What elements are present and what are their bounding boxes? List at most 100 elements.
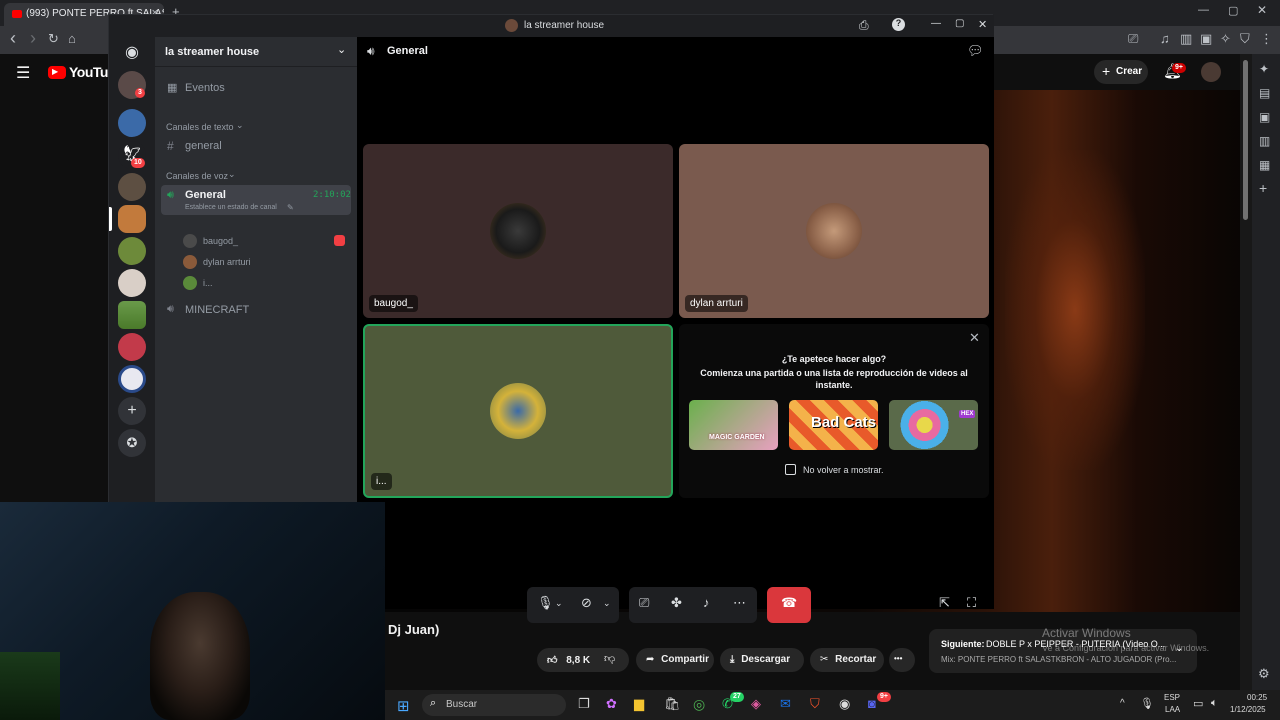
- network-icon[interactable]: ▭: [1193, 697, 1203, 710]
- server-icon-9[interactable]: [118, 365, 146, 393]
- add-panel-icon[interactable]: +: [1259, 180, 1267, 196]
- participant-tile[interactable]: dylan arrturi: [679, 144, 989, 318]
- activities-icon[interactable]: ✤: [671, 595, 682, 611]
- participant-tile-speaking[interactable]: i...: [363, 324, 673, 498]
- mic-options-chevron-icon[interactable]: ⌄: [555, 598, 563, 609]
- minimize-icon[interactable]: —: [931, 18, 941, 29]
- notes-icon[interactable]: ▥: [1259, 134, 1270, 148]
- events-item[interactable]: ▦ Eventos: [163, 79, 349, 97]
- task-view-icon[interactable]: ❐: [578, 696, 590, 712]
- maximize-icon[interactable]: ▢: [955, 18, 964, 29]
- pop-out-icon[interactable]: ⇱: [939, 595, 950, 611]
- dont-show-checkbox[interactable]: [785, 464, 796, 475]
- text-channels-category[interactable]: Canales de texto: [166, 122, 234, 132]
- game-card[interactable]: MAGIC GARDEN: [689, 400, 778, 450]
- add-server-icon[interactable]: +: [118, 397, 146, 425]
- close-browser-icon[interactable]: ✕: [1257, 3, 1267, 17]
- voice-member[interactable]: dylan arrturi: [177, 254, 351, 272]
- hang-up-button[interactable]: ☎: [767, 587, 811, 623]
- tray-mic-icon[interactable]: 🎙︎: [1140, 697, 1154, 710]
- music-icon[interactable]: ♫: [1160, 31, 1170, 46]
- chat-bubble-icon[interactable]: 💬︎: [967, 43, 984, 59]
- menu-dots-icon[interactable]: ⋮: [1260, 31, 1273, 47]
- account-avatar[interactable]: [1201, 62, 1221, 82]
- messages-icon[interactable]: ▤: [1259, 86, 1270, 100]
- server-icon-7[interactable]: [118, 301, 146, 329]
- help-icon[interactable]: ?: [892, 18, 905, 31]
- microphone-icon[interactable]: 🎙︎: [537, 595, 554, 611]
- download-button[interactable]: ⤓ Descargar: [720, 648, 804, 672]
- file-explorer-icon[interactable]: ▆: [634, 696, 644, 712]
- reload-icon[interactable]: ↻: [48, 31, 59, 47]
- soundboard-icon[interactable]: ♪: [703, 595, 710, 610]
- taskbar-search[interactable]: ⌕ Buscar: [422, 694, 566, 716]
- page-scrollbar[interactable]: [1240, 54, 1252, 690]
- volume-icon[interactable]: 🔈︎: [1211, 697, 1218, 710]
- minimize-browser-icon[interactable]: —: [1198, 4, 1209, 16]
- assistant-icon[interactable]: ✦: [1259, 62, 1269, 76]
- thumbs-down-icon[interactable]: 👎︎: [604, 652, 615, 665]
- voice-channel-minecraft[interactable]: 🔊︎ MINECRAFT: [163, 301, 349, 319]
- store-icon[interactable]: 🛍︎: [664, 696, 681, 712]
- search-icon: ⌕: [430, 697, 437, 709]
- tray-chevron-icon[interactable]: ^: [1120, 698, 1125, 709]
- game-card[interactable]: HEX: [889, 400, 978, 450]
- brave-icon[interactable]: ⛉: [810, 696, 820, 712]
- server-icon-3[interactable]: [118, 173, 146, 201]
- outlook-icon[interactable]: ✉: [780, 696, 791, 712]
- wallet-panel-icon[interactable]: ▣: [1259, 110, 1270, 124]
- clock-time[interactable]: 00:25: [1247, 693, 1267, 702]
- share-button[interactable]: ➦ Compartir: [636, 648, 714, 672]
- maximize-browser-icon[interactable]: ▢: [1228, 4, 1238, 17]
- text-channel-general[interactable]: # general: [163, 137, 349, 155]
- participant-tile[interactable]: baugod_: [363, 144, 673, 318]
- m365-icon[interactable]: ◈: [751, 696, 761, 712]
- screen-share-icon[interactable]: ⎚: [639, 595, 649, 611]
- scrollbar-thumb[interactable]: [1243, 60, 1248, 220]
- screenshot-icon[interactable]: ⎚: [1128, 31, 1138, 47]
- clip-button[interactable]: ✂ Recortar: [810, 648, 884, 672]
- windows-start-icon[interactable]: ⊞: [397, 697, 410, 715]
- like-button[interactable]: 👍︎ 8,8 K: [537, 648, 629, 672]
- server-header[interactable]: la streamer house ⌄: [155, 37, 357, 67]
- voice-channels-category[interactable]: Canales de voz: [166, 171, 228, 181]
- explore-icon[interactable]: ✪: [118, 429, 146, 457]
- hamburger-menu-icon[interactable]: ☰: [16, 63, 30, 83]
- voice-member[interactable]: baugod_: [177, 233, 351, 251]
- more-actions-button[interactable]: •••: [889, 648, 915, 672]
- home-icon[interactable]: ⌂: [68, 31, 76, 46]
- close-window-icon[interactable]: ✕: [978, 18, 987, 31]
- sparkle-icon[interactable]: ✧: [1220, 31, 1231, 47]
- server-icon-selected[interactable]: [118, 205, 146, 233]
- close-icon[interactable]: ✕: [969, 330, 980, 346]
- settings-gear-icon[interactable]: ⚙: [1258, 666, 1270, 682]
- game-card[interactable]: Bad Cats: [789, 400, 878, 450]
- server-icon-5[interactable]: [118, 237, 146, 265]
- channel-status-prompt[interactable]: Establece un estado de canal: [185, 204, 277, 211]
- forward-icon[interactable]: ›: [30, 28, 36, 49]
- obs-icon[interactable]: ◉: [839, 696, 850, 712]
- shield-icon[interactable]: ⛉: [1240, 31, 1250, 47]
- fullscreen-icon[interactable]: ⛶: [967, 595, 976, 611]
- reading-list-icon[interactable]: ▦: [1259, 158, 1270, 172]
- server-icon-6[interactable]: [118, 269, 146, 297]
- chrome-icon[interactable]: ◎: [693, 696, 705, 713]
- discord-taskbar-icon[interactable]: ◙: [868, 696, 876, 711]
- sidebar-icon[interactable]: ▥: [1180, 31, 1192, 47]
- keyboard-lang-primary[interactable]: ESP: [1164, 693, 1180, 702]
- discord-home-icon[interactable]: ◉: [118, 39, 146, 67]
- pencil-icon[interactable]: ✎: [287, 203, 294, 212]
- create-button[interactable]: + Crear: [1094, 60, 1148, 84]
- clock-date[interactable]: 1/12/2025: [1230, 705, 1266, 714]
- wallet-icon[interactable]: ▣: [1200, 31, 1212, 47]
- inbox-icon[interactable]: ⎙: [859, 18, 869, 33]
- voice-member[interactable]: i...: [177, 275, 351, 293]
- server-icon-1[interactable]: [118, 109, 146, 137]
- camera-options-chevron-icon[interactable]: ⌄: [603, 598, 611, 609]
- copilot-icon[interactable]: ✿: [606, 696, 617, 712]
- more-options-icon[interactable]: ⋯: [733, 595, 746, 611]
- camera-off-icon[interactable]: ⊘: [581, 595, 592, 611]
- back-icon[interactable]: ‹: [10, 28, 16, 49]
- server-icon-8[interactable]: [118, 333, 146, 361]
- voice-channel-general[interactable]: 🔊︎ General 2:10:02 Establece un estado d…: [161, 185, 351, 215]
